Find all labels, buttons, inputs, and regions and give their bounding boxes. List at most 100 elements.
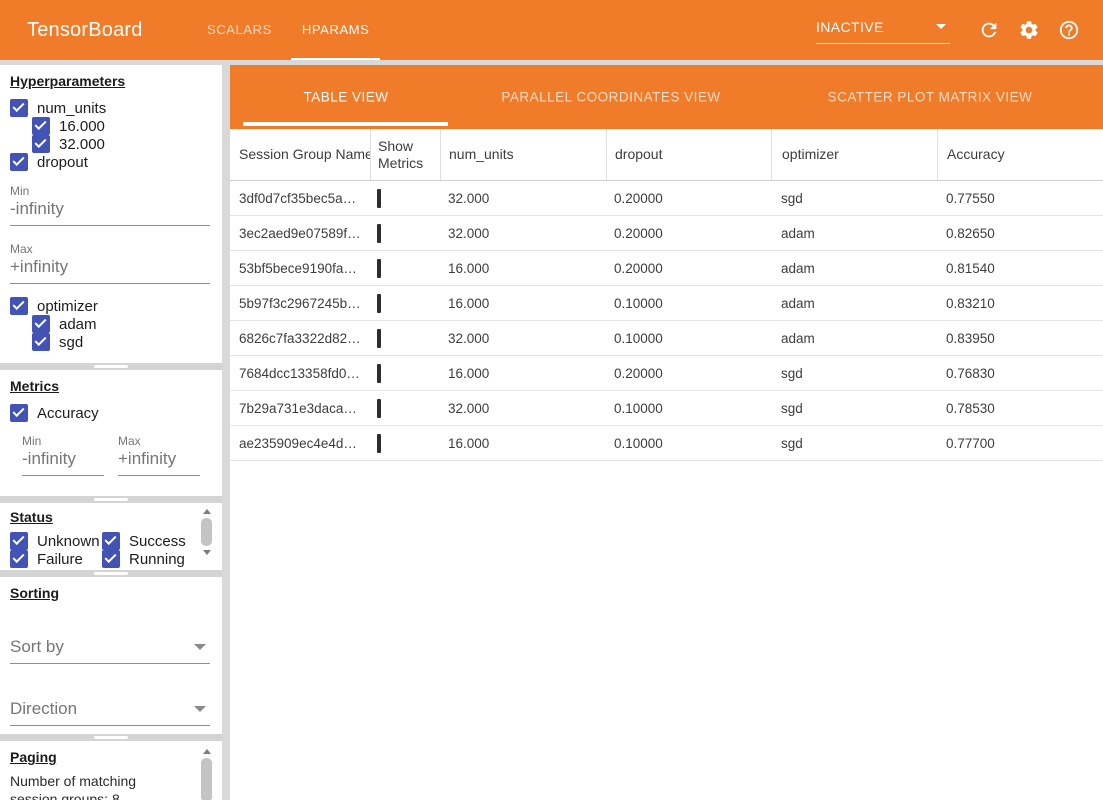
num-units-checkbox[interactable] xyxy=(10,99,28,117)
accuracy-min-input[interactable] xyxy=(22,448,104,476)
status-unknown-row: Unknown xyxy=(10,532,102,550)
status-failure-label: Failure xyxy=(37,551,83,568)
hparam-dropout-row: dropout xyxy=(10,153,210,171)
table-row: 3df0d7cf35bec5a… 32.000 0.20000 sgd 0.77… xyxy=(230,181,1103,216)
accuracy-max-input[interactable] xyxy=(118,448,200,476)
panel-divider xyxy=(0,496,222,503)
tab-scalars[interactable]: SCALARS xyxy=(192,0,287,60)
show-metrics-checkbox[interactable] xyxy=(377,224,381,243)
tab-hparams[interactable]: HPARAMS xyxy=(287,0,385,60)
tab-scatter-plot-matrix-view[interactable]: SCATTER PLOT MATRIX VIEW xyxy=(828,90,1033,105)
session-group-name: 6826c7fa3322d82… xyxy=(230,331,370,346)
num-units-value: 32.000 xyxy=(440,191,606,206)
status-running-label: Running xyxy=(129,551,185,568)
dropout-max-input[interactable] xyxy=(10,256,210,284)
sorting-heading: Sorting xyxy=(10,585,210,601)
show-metrics-checkbox[interactable] xyxy=(377,294,381,313)
scroll-up-icon[interactable] xyxy=(203,509,211,514)
accuracy-value: 0.83950 xyxy=(937,331,1103,346)
session-group-name: 5b97f3c2967245b… xyxy=(230,296,370,311)
accuracy-max-label: Max xyxy=(118,434,200,448)
column-header-optimizer[interactable]: optimizer xyxy=(771,129,937,180)
status-failure-checkbox[interactable] xyxy=(10,550,28,568)
status-scrollbar[interactable] xyxy=(200,509,213,570)
accuracy-value: 0.82650 xyxy=(937,226,1103,241)
sort-by-select[interactable]: Sort by xyxy=(10,634,210,664)
scrollbar-thumb[interactable] xyxy=(201,518,212,546)
optimizer-value: sgd xyxy=(771,436,937,451)
scroll-down-icon[interactable] xyxy=(203,550,211,555)
column-header-show-metrics[interactable]: Show Metrics xyxy=(370,129,440,180)
show-metrics-checkbox[interactable] xyxy=(377,399,381,418)
dropout-checkbox[interactable] xyxy=(10,153,28,171)
optimizer-value: sgd xyxy=(771,366,937,381)
dropout-value: 0.20000 xyxy=(606,366,771,381)
dropout-max-label: Max xyxy=(10,242,210,256)
column-header-accuracy[interactable]: Accuracy xyxy=(937,129,1103,180)
column-header-dropout[interactable]: dropout xyxy=(606,129,771,180)
hyperparameters-panel: Hyperparameters num_units 16.000 32.000 … xyxy=(0,65,222,363)
resize-handle[interactable] xyxy=(94,498,128,501)
show-metrics-checkbox[interactable] xyxy=(377,364,381,383)
paging-scrollbar[interactable] xyxy=(200,749,213,800)
scroll-up-icon[interactable] xyxy=(203,749,211,754)
resize-handle[interactable] xyxy=(94,736,128,739)
resize-handle[interactable] xyxy=(94,572,128,575)
run-status-value: INACTIVE xyxy=(816,16,950,38)
num-units-label: num_units xyxy=(37,100,106,117)
accuracy-value: 0.78530 xyxy=(937,401,1103,416)
chevron-down-icon xyxy=(194,644,206,650)
show-metrics-checkbox[interactable] xyxy=(377,259,381,278)
table-row: 6826c7fa3322d82… 32.000 0.10000 adam 0.8… xyxy=(230,321,1103,356)
optimizer-value-row: sgd xyxy=(32,333,210,351)
optimizer-adam-checkbox[interactable] xyxy=(32,315,50,333)
tab-parallel-coordinates-view[interactable]: PARALLEL COORDINATES VIEW xyxy=(501,90,720,105)
refresh-icon[interactable] xyxy=(978,19,1000,41)
accuracy-checkbox[interactable] xyxy=(10,404,28,422)
num-units-value-row: 32.000 xyxy=(32,135,210,153)
column-header-num-units[interactable]: num_units xyxy=(440,129,606,180)
num-units-value: 16.000 xyxy=(440,436,606,451)
optimizer-checkbox[interactable] xyxy=(10,297,28,315)
status-running-checkbox[interactable] xyxy=(102,550,120,568)
num-units-16-label: 16.000 xyxy=(59,118,105,135)
num-units-value: 16.000 xyxy=(440,366,606,381)
chevron-down-icon xyxy=(936,24,946,29)
scrollbar-thumb[interactable] xyxy=(201,758,212,800)
dropout-value: 0.10000 xyxy=(606,296,771,311)
status-success-label: Success xyxy=(129,533,186,550)
status-unknown-label: Unknown xyxy=(37,533,100,550)
num-units-value-row: 16.000 xyxy=(32,117,210,135)
help-icon[interactable] xyxy=(1058,19,1080,41)
dropout-value: 0.20000 xyxy=(606,191,771,206)
optimizer-sgd-checkbox[interactable] xyxy=(32,333,50,351)
app-logo: TensorBoard xyxy=(27,0,143,60)
num-units-32-checkbox[interactable] xyxy=(32,135,50,153)
settings-gear-icon[interactable] xyxy=(1018,19,1040,41)
status-failure-row: Failure xyxy=(10,550,102,568)
resize-handle[interactable] xyxy=(94,365,128,368)
accuracy-value: 0.83210 xyxy=(937,296,1103,311)
num-units-value: 16.000 xyxy=(440,296,606,311)
optimizer-label: optimizer xyxy=(37,298,98,315)
show-metrics-checkbox[interactable] xyxy=(377,329,381,348)
paging-panel: Paging Number of matching session groups… xyxy=(0,741,222,800)
run-status-select[interactable]: INACTIVE xyxy=(816,16,950,44)
sort-by-value: Sort by xyxy=(10,634,210,660)
accuracy-value: 0.77700 xyxy=(937,436,1103,451)
status-success-checkbox[interactable] xyxy=(102,532,120,550)
table-row: 3ec2aed9e07589f… 32.000 0.20000 adam 0.8… xyxy=(230,216,1103,251)
dropout-min-input[interactable] xyxy=(10,198,210,226)
tab-table-view[interactable]: TABLE VIEW xyxy=(303,90,388,105)
direction-select[interactable]: Direction xyxy=(10,696,210,726)
num-units-16-checkbox[interactable] xyxy=(32,117,50,135)
status-unknown-checkbox[interactable] xyxy=(10,532,28,550)
show-metrics-checkbox[interactable] xyxy=(377,434,381,453)
table-row: 5b97f3c2967245b… 16.000 0.10000 adam 0.8… xyxy=(230,286,1103,321)
hparam-num-units-row: num_units xyxy=(10,99,210,117)
column-header-session-group-name[interactable]: Session Group Name. xyxy=(230,129,370,180)
hyperparameters-heading: Hyperparameters xyxy=(10,73,210,89)
show-metrics-checkbox[interactable] xyxy=(377,189,381,208)
panel-divider xyxy=(0,570,222,577)
accuracy-value: 0.76830 xyxy=(937,366,1103,381)
